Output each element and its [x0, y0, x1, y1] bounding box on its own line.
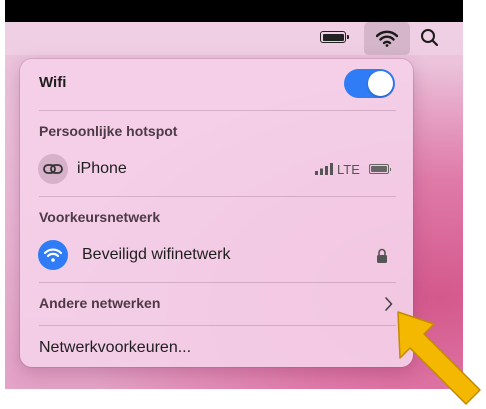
divider [39, 282, 396, 283]
divider [39, 196, 396, 197]
wifi-menu-button[interactable] [364, 22, 410, 55]
other-networks-row[interactable]: Andere netwerken [20, 287, 413, 319]
lock-icon [377, 248, 387, 263]
menubar-top-edge [5, 0, 463, 22]
magnifying-glass-icon [421, 29, 439, 47]
signal-strength-icon [315, 163, 333, 175]
search-button[interactable] [420, 27, 440, 49]
hotspot-row[interactable]: iPhone LTE [32, 150, 401, 190]
preferred-network-row[interactable]: Beveiligd wifinetwerk [32, 236, 401, 276]
link-icon [38, 154, 68, 184]
hotspot-section-label: Persoonlijke hotspot [39, 123, 178, 139]
battery-full-icon[interactable] [320, 31, 349, 43]
preferred-section-label: Voorkeursnetwerk [39, 209, 161, 225]
callout-arrow-icon [397, 311, 481, 405]
wifi-icon [376, 30, 398, 47]
network-type-label: LTE [337, 162, 360, 177]
network-preferences-item[interactable]: Netwerkvoorkeuren... [39, 339, 191, 357]
wifi-icon [38, 240, 68, 270]
wifi-toggle[interactable] [344, 69, 395, 98]
hotspot-name: iPhone [77, 160, 127, 177]
other-networks-label: Andere netwerken [39, 295, 161, 311]
hotspot-battery-icon [369, 164, 391, 174]
wifi-panel: Wifi Persoonlijke hotspot iPhone LTE Voo… [20, 59, 413, 367]
preferred-network-name: Beveiligd wifinetwerk [82, 246, 231, 263]
wifi-title: Wifi [39, 74, 67, 91]
divider [39, 110, 396, 111]
toggle-knob [368, 71, 393, 96]
divider [39, 325, 396, 326]
